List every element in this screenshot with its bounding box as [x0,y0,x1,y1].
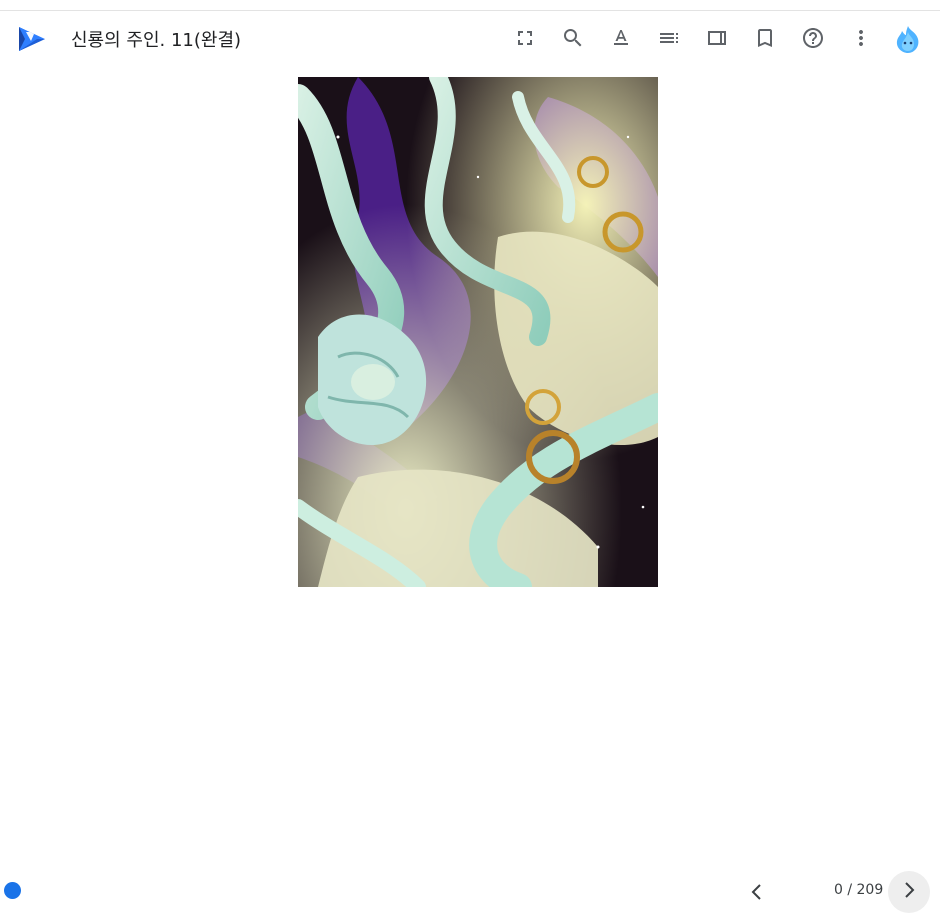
text-format-icon [614,30,628,45]
search-icon [564,29,582,47]
bookmark-icon [758,29,772,47]
more-options-button[interactable] [845,22,877,54]
reading-progress-slider-knob[interactable] [4,882,21,899]
book-cover-illustration [298,77,658,587]
reader-bottom-bar: 0 / 209 [0,860,940,913]
page-view-button[interactable] [701,22,733,54]
page-indicator: 0 / 209 [834,882,884,898]
account-avatar[interactable] [892,23,924,55]
blue-flame-avatar-icon [896,26,919,53]
help-icon [803,28,823,48]
reader-toolbar: 신룡의 주인. 11(완결) [0,11,940,67]
chevron-left-icon [751,884,761,900]
chevron-right-icon [905,882,915,898]
table-of-contents-button[interactable] [653,22,685,54]
page-view-icon [708,31,726,45]
bookmark-button[interactable] [749,22,781,54]
book-title: 신룡의 주인. 11(완결) [71,30,242,51]
play-books-logo-icon[interactable] [17,24,47,54]
previous-page-button[interactable] [745,882,769,902]
next-page-button[interactable] [888,871,930,913]
toc-icon [660,33,678,43]
fullscreen-button[interactable] [509,22,541,54]
help-button[interactable] [797,22,829,54]
more-vert-icon [859,30,863,46]
search-button[interactable] [557,22,589,54]
text-format-button[interactable] [605,22,637,54]
fullscreen-icon [518,31,532,45]
